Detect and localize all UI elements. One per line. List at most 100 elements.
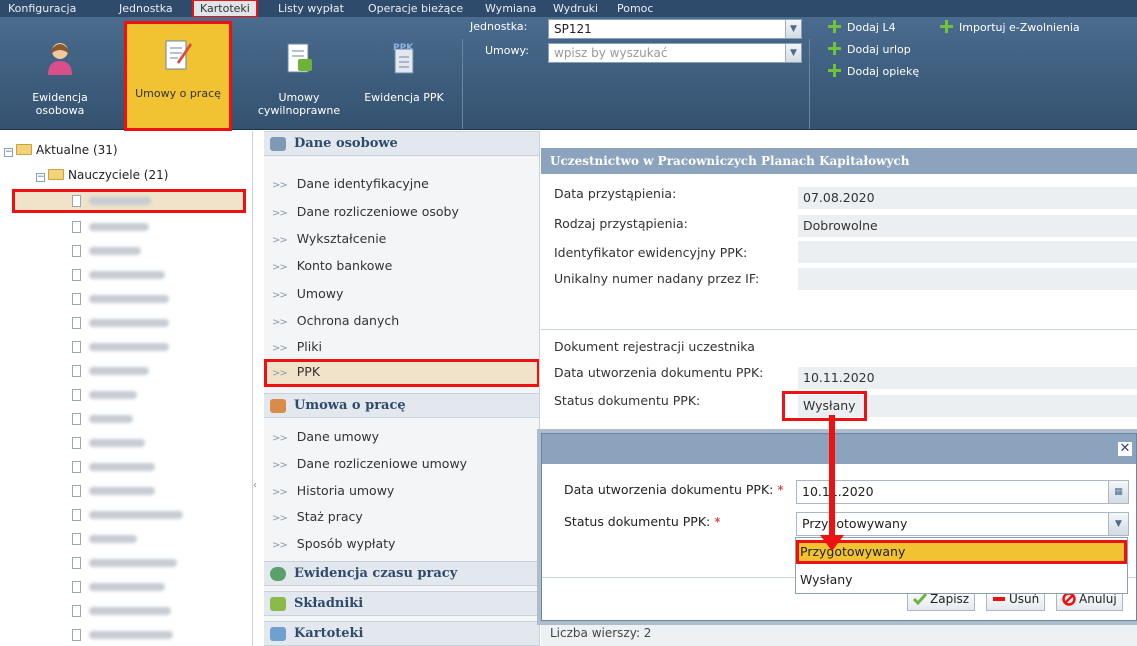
tree-employee[interactable] bbox=[72, 360, 149, 382]
tree-employee[interactable] bbox=[72, 384, 137, 406]
tree-employee[interactable] bbox=[72, 216, 149, 238]
tree-employee[interactable] bbox=[72, 240, 141, 262]
umowy-o-prace-button[interactable]: Umowy o pracę bbox=[124, 21, 232, 131]
add-care-link[interactable]: Dodaj opiekę bbox=[828, 64, 919, 78]
menu-kartoteki[interactable]: Kartoteki bbox=[192, 0, 258, 18]
menu-operacje-biezace[interactable]: Operacje bieżące bbox=[362, 0, 469, 17]
calendar-icon[interactable]: ▦ bbox=[1108, 481, 1128, 503]
tree-node-nauczyciele[interactable]: − Nauczyciele (21) bbox=[36, 164, 168, 186]
nav-konto-bankowe[interactable]: >> Konto bankowe bbox=[264, 253, 539, 278]
blurred-name bbox=[89, 319, 169, 327]
document-icon bbox=[72, 389, 81, 401]
section-dane-osobowe[interactable]: Dane osobowe bbox=[264, 131, 539, 156]
blurred-name bbox=[89, 391, 137, 399]
nav-pliki[interactable]: >> Pliki bbox=[264, 334, 539, 359]
nav-umowy[interactable]: >> Umowy bbox=[264, 281, 539, 306]
nav-dane-rozliczeniowe-umowy[interactable]: >> Dane rozliczeniowe umowy bbox=[264, 451, 539, 476]
menu-listy-wyplat[interactable]: Listy wypłat bbox=[272, 0, 350, 17]
dropdown-option-wyslany[interactable]: Wysłany bbox=[796, 568, 1127, 592]
section-ewidencja-czasu-pracy[interactable]: Ewidencja czasu pracy bbox=[264, 561, 539, 586]
field-value bbox=[798, 268, 1137, 290]
document-icon bbox=[72, 581, 81, 593]
chevron-down-icon[interactable]: ▼ bbox=[785, 20, 801, 38]
close-icon[interactable]: ✕ bbox=[1118, 442, 1132, 456]
handshake-icon bbox=[270, 399, 286, 413]
tree-employee[interactable] bbox=[72, 336, 169, 358]
tree-employee[interactable] bbox=[72, 264, 165, 286]
collapse-icon[interactable]: − bbox=[4, 148, 13, 157]
nav-wyksztalcenie[interactable]: >> Wykształcenie bbox=[264, 226, 539, 251]
section-umowa-o-prace[interactable]: Umowa o pracę bbox=[264, 393, 539, 418]
nav-ochrona-danych[interactable]: >> Ochrona danych bbox=[264, 308, 539, 333]
tree-employee[interactable] bbox=[72, 600, 171, 622]
nav-dane-umowy[interactable]: >> Dane umowy bbox=[264, 424, 539, 449]
dropdown-option-przygotowywany[interactable]: Przygotowywany bbox=[796, 540, 1127, 564]
umowy-cywilnoprawne-button[interactable]: Umowy cywilnoprawne bbox=[247, 25, 351, 129]
field-value: 07.08.2020 bbox=[798, 187, 1137, 209]
add-l4-link[interactable]: Dodaj L4 bbox=[828, 20, 896, 34]
chevron-right-icon: >> bbox=[272, 235, 288, 246]
add-leave-link[interactable]: Dodaj urlop bbox=[828, 42, 911, 56]
menu-konfiguracja[interactable]: Konfiguracja bbox=[2, 0, 82, 17]
tree-employee[interactable] bbox=[72, 312, 169, 334]
nav-ppk[interactable]: >> PPK bbox=[264, 359, 539, 387]
menu-jednostka[interactable]: Jednostka bbox=[113, 0, 179, 17]
collapse-left-icon[interactable]: ‹ bbox=[253, 480, 263, 492]
tree-employee[interactable] bbox=[72, 456, 155, 478]
collapse-icon[interactable]: − bbox=[36, 173, 45, 182]
tree-employee[interactable] bbox=[72, 552, 177, 574]
nav-dane-rozliczeniowe-osoby[interactable]: >> Dane rozliczeniowe osoby bbox=[264, 199, 539, 224]
chevron-right-icon: >> bbox=[272, 180, 288, 191]
import-e-zwolnienia-link[interactable]: Importuj e-Zwolnienia bbox=[940, 20, 1080, 34]
ewidencja-ppk-button[interactable]: PPK Ewidencja PPK bbox=[352, 25, 456, 129]
tree-employee[interactable] bbox=[72, 480, 155, 502]
menu-wydruki[interactable]: Wydruki bbox=[547, 0, 604, 17]
field-label: Data utworzenia dokumentu PPK: bbox=[554, 365, 764, 380]
tree-employee[interactable] bbox=[72, 504, 183, 526]
blurred-name bbox=[89, 535, 137, 543]
tree-employee[interactable] bbox=[72, 432, 145, 454]
person-card-icon bbox=[270, 137, 286, 151]
plus-icon bbox=[828, 64, 841, 77]
plus-icon bbox=[940, 20, 953, 33]
chevron-down-icon[interactable]: ▼ bbox=[785, 44, 801, 62]
ewidencja-osobowa-button[interactable]: Ewidencja osobowa bbox=[8, 25, 112, 129]
nav-sposob-wyplaty[interactable]: >> Sposób wypłaty bbox=[264, 531, 539, 556]
umowy-cywilnoprawne-label: Umowy cywilnoprawne bbox=[257, 91, 341, 117]
tree-node-aktualne[interactable]: − Aktualne (31) bbox=[4, 139, 118, 161]
annotation-arrow-head bbox=[820, 535, 844, 551]
chevron-down-icon[interactable]: ▼ bbox=[1108, 513, 1128, 535]
contract-icon bbox=[287, 43, 312, 73]
section-kartoteki[interactable]: Kartoteki bbox=[264, 621, 539, 646]
nav-staz-pracy[interactable]: >> Staż pracy bbox=[264, 504, 539, 529]
status-dropdown-list: Przygotowywany Wysłany bbox=[795, 537, 1128, 594]
section-skladniki[interactable]: Składniki bbox=[264, 591, 539, 616]
chevron-right-icon: >> bbox=[272, 290, 288, 301]
tree-employee[interactable] bbox=[72, 190, 151, 212]
field-value bbox=[798, 241, 1137, 263]
blurred-name bbox=[89, 607, 171, 615]
field-label: Status dokumentu PPK: bbox=[554, 393, 701, 408]
chevron-right-icon: >> bbox=[272, 343, 288, 354]
unit-select[interactable]: SP121 ▼ bbox=[548, 19, 802, 39]
tree-employee[interactable] bbox=[72, 288, 169, 310]
chevron-right-icon: >> bbox=[272, 262, 288, 273]
menu-wymiana[interactable]: Wymiana bbox=[479, 0, 542, 17]
date-input[interactable]: 10.11.2020 ▦ bbox=[796, 480, 1129, 504]
clock-icon bbox=[270, 567, 286, 581]
blurred-name bbox=[89, 487, 155, 495]
tree-employee[interactable] bbox=[72, 624, 173, 646]
nav-dane-identyfikacyjne[interactable]: >> Dane identyfikacyjne bbox=[264, 171, 539, 196]
tree-employee[interactable] bbox=[72, 528, 137, 550]
menu-pomoc[interactable]: Pomoc bbox=[611, 0, 659, 17]
document-icon bbox=[72, 533, 81, 545]
contracts-search-input[interactable]: wpisz by wyszukać ▼ bbox=[548, 43, 802, 63]
tree-employee[interactable] bbox=[72, 408, 133, 430]
umowy-o-prace-label: Umowy o pracę bbox=[135, 87, 221, 100]
document-icon bbox=[72, 293, 81, 305]
status-select[interactable]: Przygotowywany ▼ bbox=[796, 512, 1129, 536]
chevron-right-icon: >> bbox=[272, 487, 288, 498]
nav-historia-umowy[interactable]: >> Historia umowy bbox=[264, 478, 539, 503]
tree-employee[interactable] bbox=[72, 576, 165, 598]
contract-edit-icon bbox=[165, 40, 192, 70]
